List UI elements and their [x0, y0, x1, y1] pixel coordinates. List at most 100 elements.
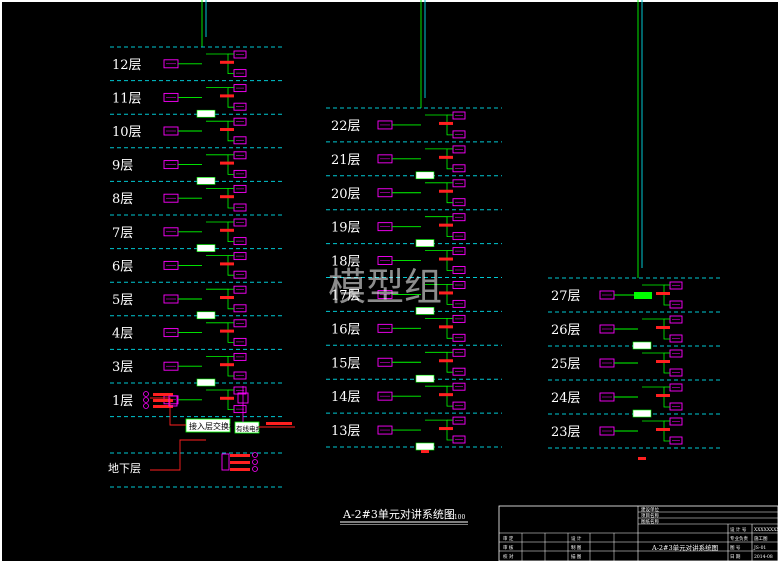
top-distributor-box: [634, 292, 652, 299]
cad-drawing: 12层 11层 10层 9层 8层 7层 6层 5层 4层 3层 1层地下层 接入层交换机 有线电视 2…: [108, 0, 780, 562]
floor-label: 26层: [551, 323, 581, 338]
cable-tag: [439, 223, 453, 227]
cable-tag: [220, 161, 234, 165]
title-block-label: 校 对: [503, 553, 514, 560]
title-block: 建设单位项目名称图纸名称 A-2#3单元对讲系统图 审 定审 核校 对 设 计制 图描…: [498, 505, 780, 562]
title-block-drawing-name: A-2#3单元对讲系统图: [651, 543, 718, 552]
cable-tag: [220, 94, 234, 98]
title-block-field: 图纸名称: [641, 518, 659, 525]
cable-tag: [439, 325, 453, 329]
cable-tag: [153, 405, 173, 408]
title-block-label: 设 计: [571, 535, 582, 542]
title-block-frame: [498, 505, 779, 562]
terminal-wiring: [206, 255, 234, 276]
floor-label: 3层: [112, 360, 133, 375]
floor-label: 7层: [112, 226, 133, 241]
cable-tag: [266, 422, 292, 425]
riser-end-marker: [421, 450, 429, 453]
cable-tag: [220, 296, 234, 299]
middle-riser-panel: 22层21层20层19层18层17层16层15层14层13层: [326, 0, 502, 453]
distributor-box: [196, 244, 216, 252]
feeder-line: [150, 397, 186, 426]
camera-symbol: [143, 391, 149, 397]
distributor-box: [196, 378, 216, 387]
title-block-value: XXXXXXXX: [754, 527, 780, 533]
floor-label: 8层: [112, 192, 133, 207]
drawing-title: A-2#3单元对讲系统图 1:100: [340, 507, 468, 525]
distributor-box: [196, 177, 216, 185]
cable-tag: [220, 262, 234, 266]
catv-label: 有线电视: [236, 424, 263, 433]
floor-label: 5层: [112, 293, 133, 308]
title-block-label: 专业负责: [730, 535, 748, 542]
cable-tag: [230, 454, 250, 457]
title-block-label: 制 图: [571, 544, 582, 551]
camera-symbol: [143, 397, 149, 403]
cable-tag: [230, 468, 250, 471]
title-block-field: 建设单位: [641, 506, 659, 513]
cable-tag: [220, 128, 234, 131]
distributor-box: [632, 341, 652, 350]
cable-tag: [439, 189, 453, 193]
cable-tag: [656, 394, 670, 397]
cable-tag: [220, 363, 234, 367]
cable-tag: [656, 292, 670, 295]
cable-tag: [439, 121, 453, 125]
floor-label: 13层: [331, 424, 361, 439]
floor-label: 25层: [551, 357, 581, 372]
distributor-box: [196, 109, 216, 118]
cable-tag: [439, 257, 453, 261]
floor-label: 22层: [331, 119, 361, 134]
distributor-box: [415, 442, 435, 451]
cable-tag: [439, 155, 453, 159]
floor-label: 15层: [331, 356, 361, 371]
distributor-box: [415, 239, 435, 247]
title-block-label: 审 核: [503, 544, 514, 551]
cable-tag: [656, 360, 670, 363]
access-switch-label: 接入层交换机: [189, 421, 237, 431]
left-riser-panel: 12层 11层 10层 9层 8层 7层 6层 5层 4层 3层 1层地下层 接入层交换机 有线电视: [108, 0, 295, 488]
watermark: 模型组: [328, 265, 442, 309]
drawing-title-scale: 1:100: [448, 514, 465, 521]
floor-label: 6层: [112, 259, 133, 274]
cable-tag: [153, 399, 173, 402]
cable-tag: [230, 461, 250, 464]
camera-symbol: [252, 466, 258, 472]
cable-tag: [439, 393, 453, 397]
camera-symbol: [252, 459, 258, 465]
floor-label: 19层: [331, 221, 361, 236]
floor-label-basement: 地下层: [108, 462, 141, 475]
feeder-line: [150, 439, 206, 471]
floor-label: 27层: [551, 289, 581, 304]
title-block-field: 项目名称: [641, 512, 659, 519]
distributor-box: [415, 171, 435, 180]
junction-box: [221, 453, 230, 471]
floor-label: 10层: [112, 125, 142, 140]
floor-label: 12层: [112, 58, 142, 73]
title-block-label: 描 图: [571, 553, 582, 560]
cable-tag: [656, 326, 670, 329]
floor-label: 24层: [551, 391, 581, 406]
right-riser-panel: 27层 26层 25层 24层 23层: [548, 0, 722, 460]
floor-label: 9层: [112, 159, 133, 174]
terminal-wiring: [425, 385, 453, 407]
cable-tag: [656, 428, 670, 431]
floor-label: 21层: [331, 153, 361, 168]
title-block-label: 设 计 号: [730, 526, 747, 533]
cable-tag: [439, 427, 453, 431]
title-block-label: 审 定: [503, 535, 514, 542]
cable-tag: [153, 393, 173, 396]
cable-tag: [439, 359, 453, 363]
camera-symbol: [143, 403, 149, 409]
title-block-label: 图 号: [730, 545, 741, 551]
camera-symbol: [252, 452, 258, 458]
distributor-box: [196, 311, 216, 320]
drawing-title-text: A-2#3单元对讲系统图: [342, 507, 455, 521]
title-block-value: JS-01: [753, 545, 766, 551]
floor-label: 20层: [331, 187, 361, 202]
title-block-label: 日 期: [730, 554, 741, 560]
floor-label: 11层: [112, 91, 142, 106]
floor-label: 14层: [331, 390, 361, 405]
floor-label: 4层: [112, 327, 133, 342]
cable-tag: [220, 60, 234, 64]
